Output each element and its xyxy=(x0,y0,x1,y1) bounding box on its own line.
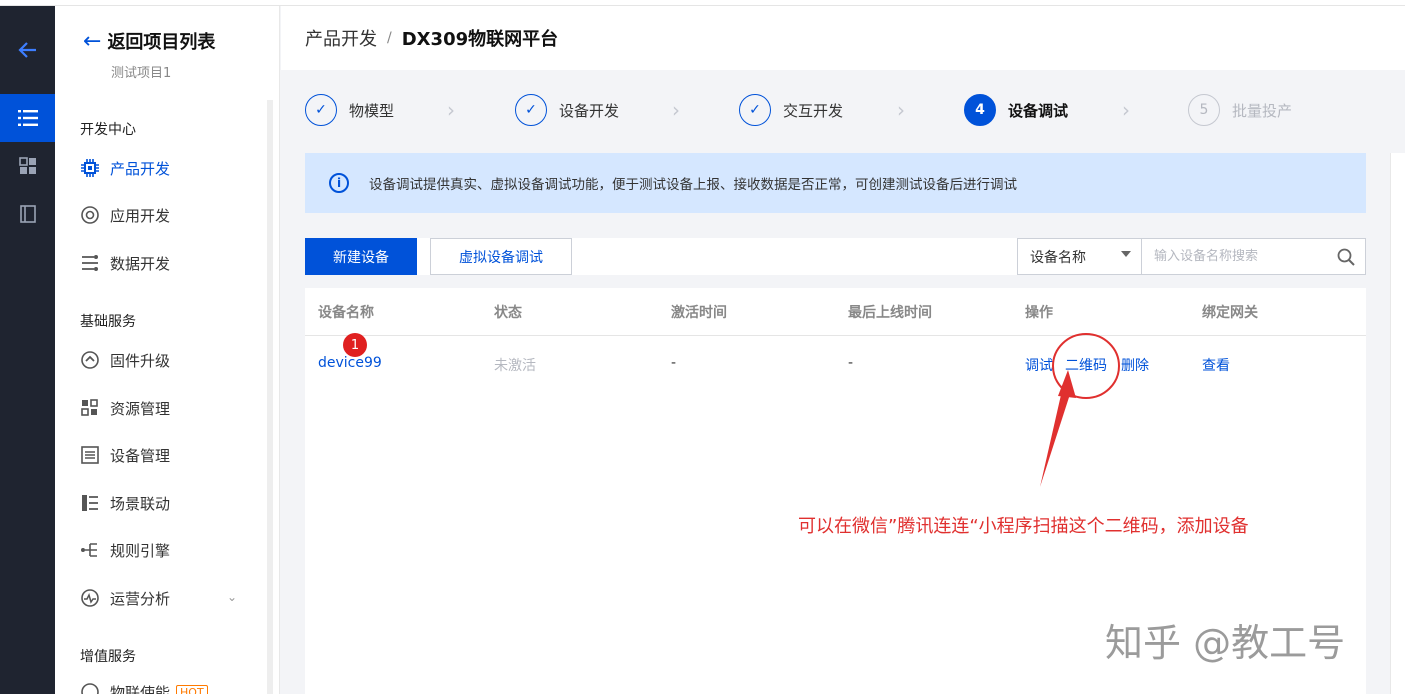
col-activated: 激活时间 xyxy=(671,305,727,321)
rule-tree-icon xyxy=(80,540,100,560)
enable-icon xyxy=(80,682,100,694)
spacer xyxy=(305,213,1366,238)
scene-icon xyxy=(80,493,100,513)
col-actions: 操作 xyxy=(1025,305,1053,321)
step-number: 4 xyxy=(964,94,996,126)
col-status: 状态 xyxy=(494,305,522,321)
table-row: device99 未激活 - - 调试 二维码 删除 查看 xyxy=(305,336,1366,392)
check-icon: ✓ xyxy=(305,94,337,126)
search-box xyxy=(1141,238,1366,275)
sidebar: ← 返回项目列表 测试项目1 开发中心 产品开发 应用开发 数据开发 基础服务 … xyxy=(55,6,280,694)
notice-text: 设备调试提供真实、虚拟设备调试功能，便于测试设备上报、接收数据是否正常，可创建测… xyxy=(369,177,1017,193)
search-input[interactable] xyxy=(1142,239,1322,274)
page-title: DX309物联网平台 xyxy=(401,29,559,50)
chevron-right-icon: › xyxy=(672,98,680,122)
arrow-left-icon: ← xyxy=(83,28,102,54)
device-activated: - xyxy=(671,355,677,371)
view-gateway-link[interactable]: 查看 xyxy=(1202,355,1230,375)
delete-link[interactable]: 删除 xyxy=(1121,355,1149,375)
sidebar-item-rules[interactable]: 规则引擎 xyxy=(80,538,170,562)
list-icon[interactable] xyxy=(0,94,55,142)
icon-rail xyxy=(0,6,55,694)
breadcrumb-separator: / xyxy=(387,30,392,46)
chip-icon xyxy=(80,158,100,178)
progress-steps: ✓ 物模型 › ✓ 设备开发 › ✓ 交互开发 › 4 设备调试 › 5 批量投… xyxy=(305,92,1385,132)
sidebar-item-scenes[interactable]: 场景联动 xyxy=(80,491,170,515)
search-icon[interactable] xyxy=(1337,248,1355,266)
book-icon[interactable] xyxy=(0,190,55,238)
sidebar-item-product-dev[interactable]: 产品开发 xyxy=(80,156,170,180)
annotation-badge: 1 xyxy=(343,333,367,357)
right-edge-panel xyxy=(1390,153,1405,694)
chevron-right-icon: › xyxy=(897,98,905,122)
new-device-button[interactable]: 新建设备 xyxy=(305,238,417,275)
col-device-name: 设备名称 xyxy=(318,305,374,321)
col-last-online: 最后上线时间 xyxy=(848,305,932,321)
annotation-note: 可以在微信”腾讯连连“小程序扫描这个二维码，添加设备 xyxy=(798,516,1249,537)
chevron-right-icon: › xyxy=(447,98,455,122)
virtual-debug-button[interactable]: 虚拟设备调试 xyxy=(430,238,572,275)
step-thing-model[interactable]: ✓ 物模型 xyxy=(305,94,394,126)
data-flow-icon xyxy=(80,253,100,273)
section-basic-services: 基础服务 xyxy=(80,314,136,330)
back-to-projects-link[interactable]: ← 返回项目列表 xyxy=(83,28,215,54)
qrcode-link[interactable]: 二维码 xyxy=(1065,355,1107,375)
sidebar-item-app-dev[interactable]: 应用开发 xyxy=(80,203,170,227)
sidebar-scrollbar[interactable] xyxy=(267,100,273,694)
filter-select[interactable]: 设备名称 xyxy=(1017,238,1142,275)
project-name: 测试项目1 xyxy=(111,66,172,81)
info-notice: i 设备调试提供真实、虚拟设备调试功能，便于测试设备上报、接收数据是否正常，可创… xyxy=(305,153,1366,213)
hot-badge: HOT xyxy=(176,684,208,694)
grid-icon[interactable] xyxy=(0,142,55,190)
device-last-online: - xyxy=(848,355,854,371)
app-icon xyxy=(80,205,100,225)
sidebar-item-analytics[interactable]: 运营分析 xyxy=(80,586,170,610)
chevron-right-icon: › xyxy=(1122,98,1130,122)
device-status: 未激活 xyxy=(494,358,536,374)
step-device-debug[interactable]: 4 设备调试 xyxy=(964,94,1068,126)
back-label: 返回项目列表 xyxy=(107,32,216,53)
col-gateway: 绑定网关 xyxy=(1202,305,1258,321)
page-header: 产品开发 / DX309物联网平台 xyxy=(281,6,1405,70)
caret-down-icon xyxy=(1121,251,1131,257)
step-number: 5 xyxy=(1188,94,1220,126)
analytics-icon xyxy=(80,588,100,608)
sidebar-item-firmware[interactable]: 固件升级 xyxy=(80,348,170,372)
rail-back-icon[interactable] xyxy=(0,6,55,94)
check-icon: ✓ xyxy=(739,94,771,126)
info-icon: i xyxy=(329,173,349,193)
device-list-icon xyxy=(80,445,100,465)
watermark: 知乎 @教工号 xyxy=(1105,621,1346,665)
device-name-link[interactable]: device99 xyxy=(318,355,382,371)
sidebar-item-iot-enable[interactable]: 物联使能 HOT xyxy=(80,680,208,694)
step-mass-production[interactable]: 5 批量投产 xyxy=(1188,94,1292,126)
sidebar-item-devices[interactable]: 设备管理 xyxy=(80,443,170,467)
upgrade-icon xyxy=(80,350,100,370)
section-dev-center: 开发中心 xyxy=(80,122,136,138)
debug-link[interactable]: 调试 xyxy=(1025,355,1053,375)
step-device-dev[interactable]: ✓ 设备开发 xyxy=(515,94,619,126)
breadcrumb-parent[interactable]: 产品开发 xyxy=(305,25,377,51)
sidebar-item-resources[interactable]: 资源管理 xyxy=(80,396,170,420)
resource-icon xyxy=(80,398,100,418)
sidebar-item-data-dev[interactable]: 数据开发 xyxy=(80,251,170,275)
spacer xyxy=(305,275,1366,288)
step-interaction-dev[interactable]: ✓ 交互开发 xyxy=(739,94,843,126)
chevron-down-icon[interactable]: ⌄ xyxy=(227,590,237,604)
check-icon: ✓ xyxy=(515,94,547,126)
section-value-added: 增值服务 xyxy=(80,649,136,665)
table-header: 设备名称 状态 激活时间 最后上线时间 操作 绑定网关 xyxy=(305,288,1366,336)
